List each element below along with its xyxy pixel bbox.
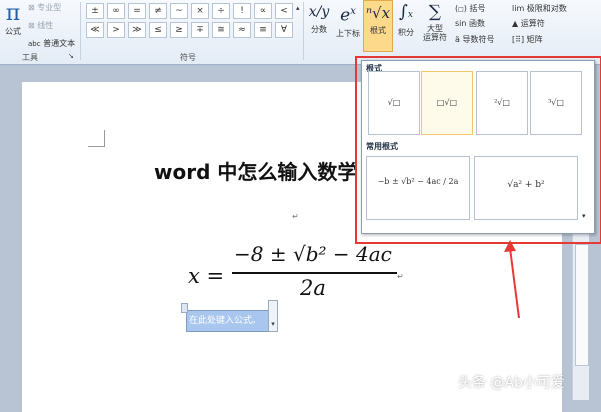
annotation-arrow	[504, 240, 520, 319]
watermark: 头条 @Ab小可爱	[458, 375, 565, 391]
